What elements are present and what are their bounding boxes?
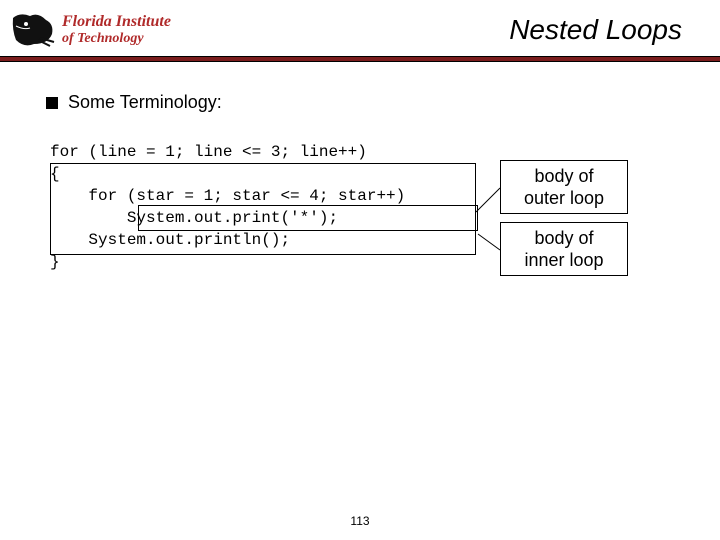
institution-line1: Florida Institute <box>62 14 171 30</box>
callout-outer-line1: body of <box>534 166 593 186</box>
institution-logo: Florida Institute of Technology <box>10 10 171 50</box>
callout-inner-line1: body of <box>534 228 593 248</box>
panther-icon <box>10 10 56 50</box>
institution-line2: of Technology <box>62 32 171 46</box>
code-line-1: for (line = 1; line <= 3; line++) <box>50 141 480 163</box>
code-line-2: { <box>50 163 480 185</box>
callout-outer-line2: outer loop <box>524 188 604 208</box>
callout-outer-loop: body of outer loop <box>500 160 628 214</box>
callout-group: body of outer loop body of inner loop <box>500 160 628 276</box>
institution-name: Florida Institute of Technology <box>62 14 171 46</box>
code-line-5: System.out.println(); <box>50 229 480 251</box>
bullet-item: Some Terminology: <box>46 92 680 113</box>
slide-title: Nested Loops <box>509 14 710 46</box>
code-line-3: for (star = 1; star <= 4; star++) <box>50 185 480 207</box>
square-bullet-icon <box>46 97 58 109</box>
code-line-4: System.out.print('*'); <box>50 207 480 229</box>
code-block: for (line = 1; line <= 3; line++) { for … <box>50 141 480 273</box>
slide-header: Florida Institute of Technology Nested L… <box>0 0 720 56</box>
bullet-text: Some Terminology: <box>68 92 222 113</box>
callout-inner-loop: body of inner loop <box>500 222 628 276</box>
code-line-6: } <box>50 251 480 273</box>
callout-inner-line2: inner loop <box>524 250 603 270</box>
page-number: 113 <box>0 514 720 528</box>
